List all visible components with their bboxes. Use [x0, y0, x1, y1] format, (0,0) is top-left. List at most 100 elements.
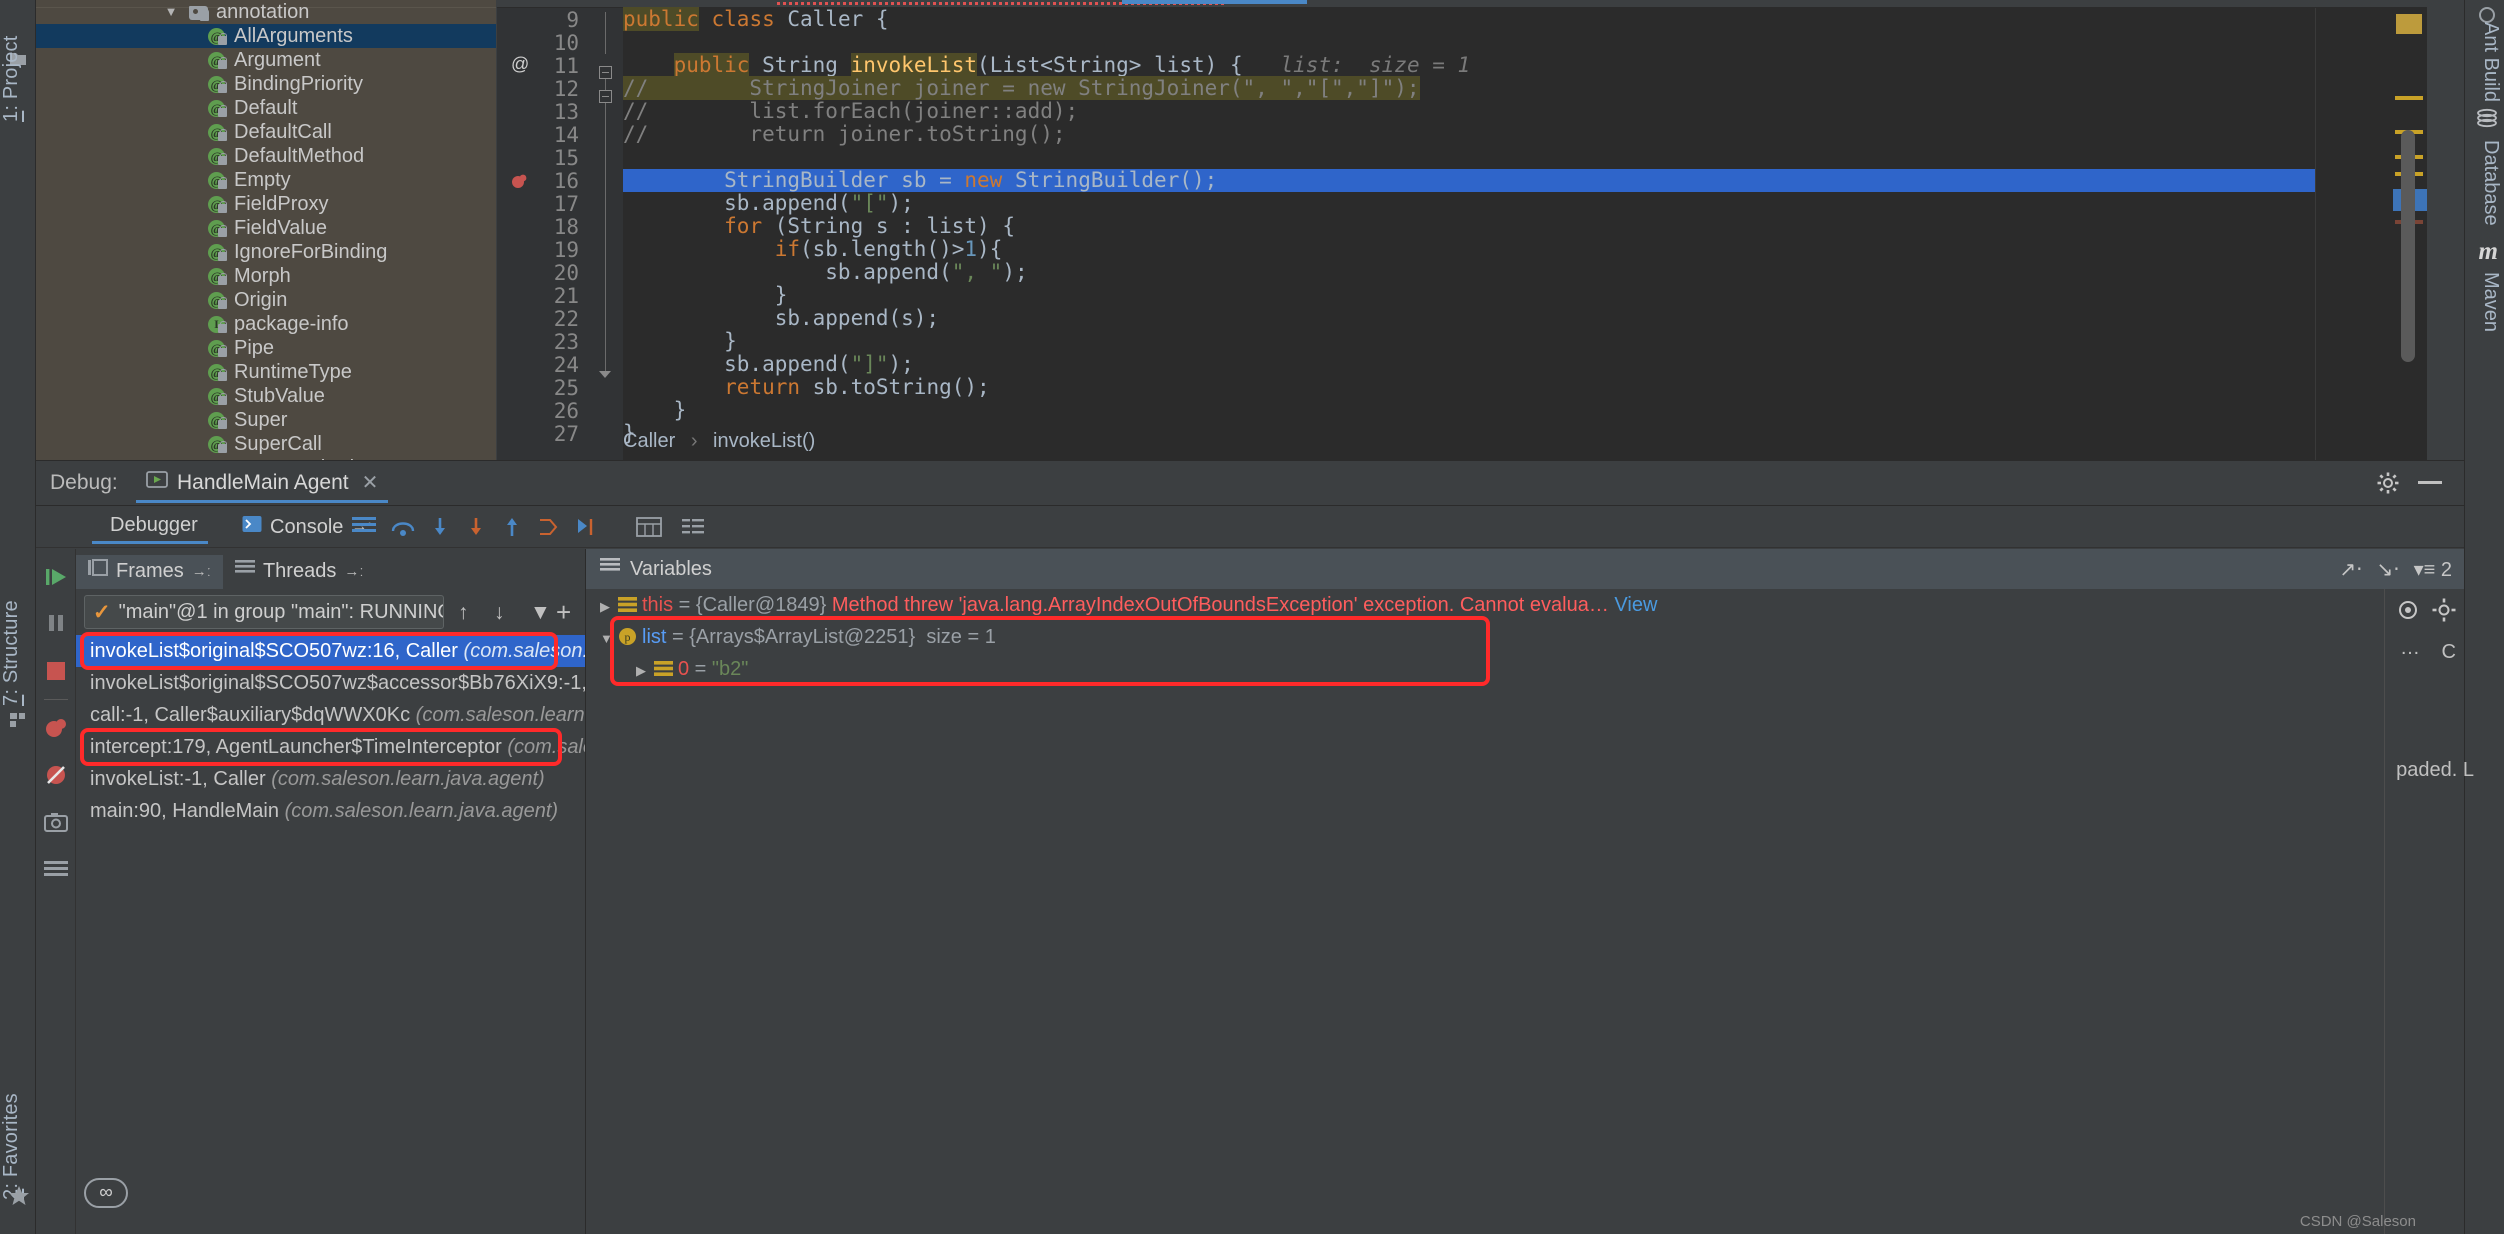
- tab-debugger[interactable]: Debugger: [92, 510, 208, 544]
- editor-gutter[interactable]: 9 10 11 @12 13 14 15 16 17 18 19 20 21 22 23 24 25 26 27: [497, 8, 589, 460]
- tree-item-argument[interactable]: @ Argument: [36, 48, 496, 72]
- sidebar-item-structure[interactable]: 7: Structure: [0, 536, 36, 706]
- tree-item-stubvalue[interactable]: @ StubValue: [36, 384, 496, 408]
- resume-icon[interactable]: [44, 565, 68, 589]
- settings-icon[interactable]: [44, 859, 68, 883]
- tab-threads[interactable]: Threads →ː: [223, 555, 376, 589]
- tree-item-default[interactable]: @ Default: [36, 96, 496, 120]
- code-line[interactable]: [623, 146, 2315, 169]
- gear-icon[interactable]: [2431, 597, 2457, 623]
- infinity-button[interactable]: ∞: [84, 1178, 128, 1208]
- force-step-into-icon[interactable]: [464, 516, 488, 538]
- tree-item-super[interactable]: @ Super: [36, 408, 496, 432]
- variable-row[interactable]: ▶ this = {Caller@1849} Method threw 'java…: [586, 589, 2464, 621]
- thread-selector[interactable]: ✓ "main"@1 in group "main": RUNNING ▼: [84, 595, 444, 629]
- minimize-icon[interactable]: [2418, 481, 2442, 484]
- tab-frames-pin[interactable]: →ː: [192, 563, 211, 580]
- code-line[interactable]: if(sb.length()>1){: [623, 238, 2315, 261]
- code-line[interactable]: [623, 31, 2315, 54]
- step-over-icon[interactable]: [390, 516, 415, 538]
- tab-threads-pin[interactable]: →ː: [344, 563, 363, 580]
- step-out-icon[interactable]: [500, 516, 524, 538]
- tree-item-defaultcall[interactable]: @ DefaultCall: [36, 120, 496, 144]
- code-line[interactable]: sb.append("[");: [623, 192, 2315, 215]
- code-line[interactable]: }: [623, 422, 2315, 445]
- sidebar-item-project[interactable]: 1: Project: [0, 2, 36, 123]
- tree-item-ignoreforbinding[interactable]: @ IgnoreForBinding: [36, 240, 496, 264]
- step-into-icon[interactable]: [428, 516, 452, 538]
- breadcrumb-method[interactable]: invokeList(): [713, 430, 815, 452]
- filter-icon[interactable]: ▼: [530, 601, 551, 625]
- expand-toggle-icon[interactable]: ▶: [636, 655, 654, 687]
- variables-tree[interactable]: ▶ this = {Caller@1849} Method threw 'java…: [586, 589, 2464, 1234]
- variable-row[interactable]: ▼ p list = {Arrays$ArrayList@2251} size = …: [586, 621, 2464, 653]
- editor-scroll-column[interactable]: [2315, 8, 2427, 460]
- close-icon[interactable]: ✕: [362, 470, 379, 495]
- frame-down-icon[interactable]: ↓: [494, 601, 505, 625]
- frame-list-item[interactable]: intercept:179, AgentLauncher$TimeInterce…: [76, 731, 585, 763]
- expand-toggle-icon[interactable]: ▼: [600, 623, 618, 655]
- frames-list[interactable]: invokeList$original$SCO507wz:16, Caller …: [76, 632, 585, 1234]
- code-line[interactable]: sb.append(", ");: [623, 261, 2315, 284]
- breakpoint-icon[interactable]: [511, 173, 527, 189]
- frame-up-icon[interactable]: ↑: [458, 601, 469, 625]
- collapse-icon[interactable]: ↘‧: [2376, 557, 2399, 582]
- code-line[interactable]: // list.forEach(joiner::add);: [623, 100, 2315, 123]
- editor-fold-column[interactable]: [589, 8, 623, 460]
- variables-counter[interactable]: ▾≡ 2: [2414, 557, 2452, 582]
- code-line[interactable]: }: [623, 284, 2315, 307]
- layout-icon[interactable]: [352, 516, 376, 538]
- structure-icon[interactable]: [8, 710, 28, 730]
- camera-icon[interactable]: [44, 811, 68, 835]
- code-line[interactable]: sb.append("]");: [623, 353, 2315, 376]
- annotation-gutter-icon[interactable]: @: [511, 54, 529, 75]
- editor-scrollbar-thumb[interactable]: [2401, 130, 2415, 362]
- expand-toggle-icon[interactable]: ▶: [600, 591, 618, 623]
- mute-breakpoints-icon[interactable]: [680, 516, 704, 538]
- gear-icon[interactable]: [2376, 471, 2400, 495]
- variable-row[interactable]: ▶ 0 = "b2": [586, 653, 2464, 685]
- code-line[interactable]: }: [623, 330, 2315, 353]
- tree-item-origin[interactable]: @ Origin: [36, 288, 496, 312]
- frame-list-item[interactable]: invokeList:-1, Caller (com.saleson.learn…: [76, 763, 585, 795]
- frame-list-item[interactable]: invokeList$original$SCO507wz:16, Caller …: [76, 635, 585, 667]
- tree-item-package-info[interactable]: Ipackage-info: [36, 312, 496, 336]
- tree-root-node[interactable]: ▼ annotation: [36, 0, 496, 24]
- code-line[interactable]: }: [623, 399, 2315, 422]
- debug-session-tab[interactable]: HandleMain Agent ✕: [136, 465, 389, 503]
- expand-icon[interactable]: ↗‧: [2339, 557, 2362, 582]
- mute-breakpoints-icon[interactable]: [44, 763, 68, 787]
- code-line[interactable]: return sb.toString();: [623, 376, 2315, 399]
- run-to-cursor-icon[interactable]: [574, 516, 598, 538]
- editor-inspection-badge[interactable]: [2396, 14, 2422, 34]
- code-line[interactable]: public class Caller {: [623, 7, 2315, 31]
- view-breakpoints-icon[interactable]: [44, 717, 68, 741]
- watch-settings-icon[interactable]: [2395, 597, 2421, 623]
- frame-list-item[interactable]: invokeList$original$SCO507wz$accessor$Bb…: [76, 667, 585, 699]
- tree-item-runtimetype[interactable]: @ RuntimeType: [36, 360, 496, 384]
- editor-breadcrumb[interactable]: Caller › invokeList(): [623, 428, 815, 454]
- breadcrumb-class[interactable]: Caller: [623, 430, 675, 452]
- code-line[interactable]: // return joiner.toString();: [623, 123, 2315, 146]
- star-icon[interactable]: [8, 1185, 29, 1205]
- editor-code-area[interactable]: public class Caller { public String invo…: [623, 7, 2315, 460]
- code-line[interactable]: sb.append(s);: [623, 307, 2315, 330]
- sidebar-item-favorites[interactable]: 2: Favorites: [0, 1020, 36, 1200]
- tree-item-allarguments[interactable]: @ AllArguments: [36, 24, 496, 48]
- evaluate-icon[interactable]: [636, 516, 662, 538]
- code-line[interactable]: for (String s : list) {: [623, 215, 2315, 238]
- view-link[interactable]: View: [1614, 594, 1657, 616]
- tab-frames[interactable]: Frames →ː: [76, 555, 223, 589]
- sidebar-item-maven[interactable]: Maven: [2466, 272, 2502, 392]
- frame-list-item[interactable]: call:-1, Caller$auxiliary$dqWWX0Kc (com.…: [76, 699, 585, 731]
- code-line[interactable]: // StringJoiner joiner = new StringJoine…: [623, 76, 2315, 100]
- tree-item-pipe[interactable]: @ Pipe: [36, 336, 496, 360]
- tree-item-fieldproxy[interactable]: @ FieldProxy: [36, 192, 496, 216]
- chevron-down-icon[interactable]: ▼: [163, 0, 179, 24]
- tree-item-defaultmethod[interactable]: @ DefaultMethod: [36, 144, 496, 168]
- tree-item-morph[interactable]: @ Morph: [36, 264, 496, 288]
- tree-item-supercall[interactable]: @ SuperCall: [36, 432, 496, 456]
- tree-item-fieldvalue[interactable]: @ FieldValue: [36, 216, 496, 240]
- tree-item-empty[interactable]: @ Empty: [36, 168, 496, 192]
- add-watch-button[interactable]: +: [556, 597, 571, 628]
